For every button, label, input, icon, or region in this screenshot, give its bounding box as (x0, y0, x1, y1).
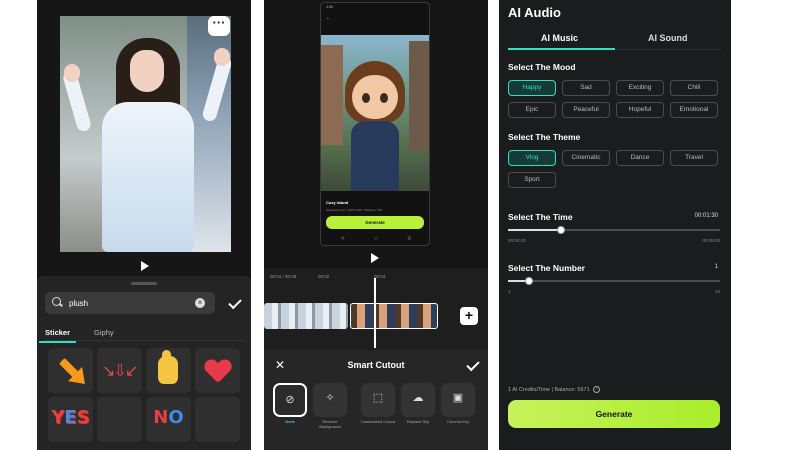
playhead[interactable] (374, 278, 376, 348)
card-title: Cozy Island (326, 200, 349, 205)
mood-section-title: Select The Mood (508, 62, 576, 72)
slider-knob[interactable] (525, 276, 534, 285)
video-preview-image (60, 16, 231, 252)
play-icon[interactable] (371, 253, 379, 263)
mood-chip-exciting[interactable]: Exciting (616, 80, 664, 96)
mood-chip-chill[interactable]: Chill (670, 80, 718, 96)
no-word-art: NO (153, 407, 184, 428)
panel-title: Smart Cutout (347, 360, 405, 370)
tab-giphy[interactable]: Giphy (94, 328, 114, 337)
credits-info: 1 AI Credits/Time | Balance: 5671? (508, 386, 600, 393)
help-icon[interactable]: ? (592, 386, 600, 393)
time-max: 00:05:00 (702, 238, 720, 243)
theme-chip-sport[interactable]: Sport (508, 172, 556, 188)
confirm-check-icon[interactable] (228, 295, 242, 310)
mood-chip-happy[interactable]: Happy (508, 80, 556, 96)
timeline: 00:04 / 00:08 00:02 00:04 + (264, 268, 488, 350)
sticker-editor-screen: ··· × Sticker Giphy ↘⇩↙ (37, 0, 251, 450)
inner-generate-button: Generate (326, 216, 424, 229)
sticker-heart[interactable] (195, 348, 240, 393)
android-nav-bar: < ○ ≡ (341, 236, 411, 242)
time-min: 00:00:20 (508, 238, 526, 243)
chroma-key-icon: ▣ (452, 392, 464, 404)
theme-chip-dance[interactable]: Dance (616, 150, 664, 166)
audio-tabs: AI Music AI Sound (508, 30, 722, 50)
clear-icon[interactable]: × (195, 298, 205, 308)
tool-replace-sky[interactable]: ☁ Replace Sky (400, 383, 436, 429)
time-slider-label: Select The Time (508, 212, 573, 222)
sticker-yes[interactable]: YES (48, 397, 93, 442)
mood-chip-peaceful[interactable]: Peaceful (562, 102, 610, 118)
none-icon: ⊘ (285, 394, 295, 406)
yes-word-art: YES (51, 407, 90, 428)
tab-ai-music[interactable]: AI Music (541, 33, 578, 43)
arrows-icon: ↘⇩↙ (102, 363, 138, 380)
sticker-tabs: Sticker Giphy (38, 328, 114, 343)
mood-chip-hopeful[interactable]: Hopeful (616, 102, 664, 118)
generate-button[interactable]: Generate (508, 400, 720, 428)
timecode-marker: 00:04 (374, 274, 386, 279)
sticker-empty[interactable] (97, 397, 142, 442)
search-icon (51, 296, 65, 310)
cutout-tools: ⊘ None ✧ Remove Background ⬚ Customized … (272, 383, 476, 429)
sticker-empty[interactable] (195, 397, 240, 442)
theme-chip-travel[interactable]: Travel (670, 150, 718, 166)
heart-icon (205, 360, 231, 382)
theme-section-title: Select The Theme (508, 132, 581, 142)
sticker-grid: ↘⇩↙ YES NO (48, 348, 240, 442)
timecode-marker: 00:02 (318, 274, 330, 279)
magic-wand-icon: ✧ (325, 392, 335, 404)
mood-chip-emotional[interactable]: Emotional (670, 102, 718, 118)
ai-audio-screen: AI Audio AI Music AI Sound Select The Mo… (499, 0, 731, 450)
video-clip[interactable] (264, 303, 348, 329)
tool-none[interactable]: ⊘ None (272, 383, 308, 429)
more-options-button[interactable]: ··· (208, 16, 230, 36)
credits-text: 1 AI Credits/Time | Balance: 5671 (508, 386, 590, 393)
number-min: 1 (508, 289, 511, 294)
page-title: AI Audio (508, 5, 561, 20)
cursor-icon: ⬚ (372, 392, 384, 404)
number-max: 10 (714, 289, 720, 294)
tool-remove-background[interactable]: ✧ Remove Background (312, 383, 348, 429)
time-slider[interactable] (508, 225, 720, 234)
sticker-search[interactable]: × (45, 292, 215, 314)
back-arrow-icon: ← (326, 15, 331, 21)
thumbs-up-icon (158, 350, 178, 384)
cartoon-girl-image (321, 35, 429, 191)
cloud-icon: ☁ (412, 392, 424, 404)
mood-chip-epic[interactable]: Epic (508, 102, 556, 118)
search-input[interactable] (69, 298, 193, 308)
play-icon[interactable] (141, 261, 149, 271)
number-slider-value: 1 (714, 264, 718, 270)
number-slider[interactable] (508, 276, 720, 285)
sticker-multi-arrows[interactable]: ↘⇩↙ (97, 348, 142, 393)
theme-chip-vlog[interactable]: Vlog (508, 150, 556, 166)
sticker-thumbs-up[interactable] (146, 348, 191, 393)
slider-knob[interactable] (557, 225, 565, 234)
theme-chip-cinematic[interactable]: Cinematic (562, 150, 610, 166)
smart-cutout-panel: ✕ Smart Cutout ⊘ None ✧ Remove Backgroun… (264, 350, 488, 450)
active-tab-indicator (508, 48, 615, 50)
card-subtitle: Seedance Lite / 1024*1024 / Balance: 567 (326, 208, 383, 212)
status-time: 4:56 (326, 5, 333, 9)
tool-customized-cutout[interactable]: ⬚ Customized Cutout (360, 383, 396, 429)
sticker-orange-arrow[interactable] (48, 348, 93, 393)
nested-phone-preview: 4:56 ← Cozy Island Seedance Lite / 1024*… (320, 2, 430, 246)
time-slider-value: 00:01:30 (694, 213, 718, 219)
sticker-no[interactable]: NO (146, 397, 191, 442)
add-clip-button[interactable]: + (460, 307, 478, 325)
sticker-sheet: × Sticker Giphy ↘⇩↙ YES (37, 276, 251, 450)
smart-cutout-screen: 4:56 ← Cozy Island Seedance Lite / 1024*… (264, 0, 488, 450)
sheet-handle[interactable] (131, 282, 157, 285)
tool-chroma-key[interactable]: ▣ Chroma Key (440, 383, 476, 429)
video-clip-selected[interactable] (350, 303, 438, 329)
timecode-current: 00:04 / 00:08 (270, 274, 297, 279)
tab-ai-sound[interactable]: AI Sound (648, 33, 688, 43)
tab-sticker[interactable]: Sticker (38, 328, 77, 343)
mood-chip-sad[interactable]: Sad (562, 80, 610, 96)
number-slider-label: Select The Number (508, 263, 585, 273)
